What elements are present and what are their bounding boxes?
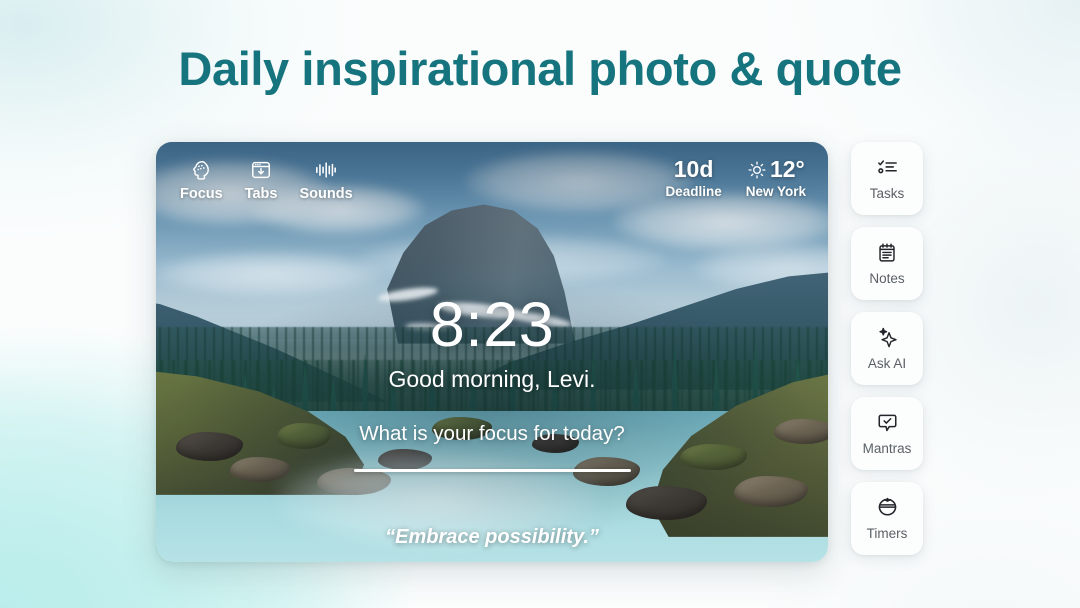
- toolbar-item-tabs[interactable]: Tabs: [244, 158, 278, 202]
- sidebar: Tasks Notes Ask AI Mantras Timers: [851, 142, 923, 555]
- daily-quote: “Embrace possibility.”: [385, 526, 599, 548]
- stat-value-row: 12°: [747, 156, 805, 183]
- toolbar-item-sounds[interactable]: Sounds: [299, 158, 353, 202]
- stat-weather[interactable]: 12° New York: [746, 156, 806, 201]
- toolbar-item-label: Focus: [180, 186, 223, 202]
- toolbar-item-label: Sounds: [299, 186, 353, 202]
- stat-value: 10d: [673, 156, 714, 182]
- toolbar: Focus Tabs Sounds: [180, 158, 353, 202]
- focus-prompt: What is your focus for today?: [359, 422, 625, 445]
- daily-photo-card: Focus Tabs Sounds 10d Deadline 12° New Y…: [156, 142, 828, 562]
- checklist-icon: [876, 156, 899, 180]
- stat-value: 12°: [769, 156, 805, 182]
- stat-label: New York: [745, 184, 806, 199]
- clock-block: 8:23 Good morning, Levi.: [156, 290, 828, 394]
- sidebar-item-label: Tasks: [869, 185, 905, 201]
- sidebar-item-mantras[interactable]: Mantras: [851, 397, 923, 470]
- focus-input[interactable]: [353, 469, 631, 472]
- sidebar-item-ask-ai[interactable]: Ask AI: [851, 312, 923, 385]
- notepad-icon: [876, 241, 898, 265]
- sun-icon: [747, 160, 767, 180]
- sidebar-item-tasks[interactable]: Tasks: [851, 142, 923, 215]
- pomodoro-timer-icon: [876, 496, 899, 520]
- sound-waves-icon: [314, 158, 338, 182]
- sparkle-icon: [876, 326, 899, 350]
- speech-bubble-check-icon: [876, 411, 899, 435]
- sidebar-item-label: Timers: [866, 525, 908, 541]
- sidebar-item-timers[interactable]: Timers: [851, 482, 923, 555]
- brain-head-icon: [190, 158, 213, 182]
- sidebar-item-notes[interactable]: Notes: [851, 227, 923, 300]
- sidebar-item-label: Mantras: [862, 440, 912, 456]
- toolbar-item-focus[interactable]: Focus: [180, 158, 223, 202]
- sidebar-item-label: Notes: [869, 270, 905, 286]
- greeting-text: Good morning, Levi.: [388, 366, 596, 392]
- window-download-icon: [250, 158, 272, 182]
- stats-group: 10d Deadline 12° New York: [665, 156, 806, 201]
- stat-deadline[interactable]: 10d Deadline: [665, 156, 721, 201]
- page-title: Daily inspirational photo & quote: [178, 42, 902, 95]
- stat-label: Deadline: [665, 184, 722, 199]
- dashboard-overlay: Focus Tabs Sounds 10d Deadline 12° New Y…: [156, 142, 828, 562]
- focus-block: What is your focus for today?: [156, 420, 828, 472]
- promo-page: Daily inspirational photo & quote Focus …: [0, 0, 1080, 608]
- sidebar-item-label: Ask AI: [867, 355, 907, 371]
- toolbar-item-label: Tabs: [244, 186, 278, 202]
- clock-time: 8:23: [429, 290, 555, 360]
